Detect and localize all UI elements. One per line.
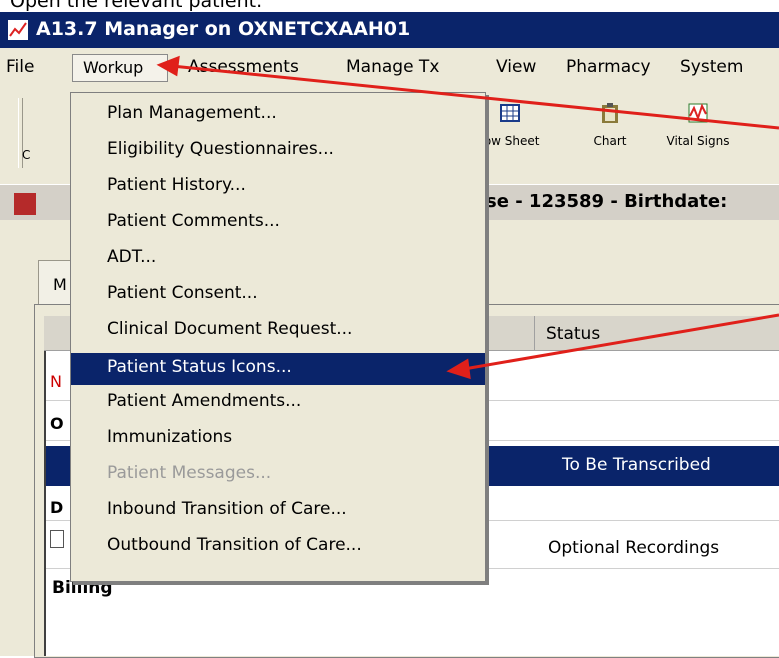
app-chart-icon	[8, 20, 28, 40]
menu-item-label: Patient History...	[107, 175, 246, 195]
menu-item-label: ADT...	[107, 247, 157, 267]
menu-item-eligibility-questionnaires[interactable]: Eligibility Questionnaires...	[71, 137, 485, 165]
document-icon	[50, 530, 64, 548]
vital-signs-label: Vital Signs	[666, 134, 730, 148]
menu-assessments[interactable]: Assessments	[188, 57, 299, 77]
menu-item-patient-consent[interactable]: Patient Consent...	[71, 281, 485, 309]
menu-file[interactable]: File	[6, 57, 34, 77]
menu-bar: File Workup Assessments Manage Tx View P…	[0, 48, 779, 89]
chart-button[interactable]: Chart	[574, 102, 646, 148]
menu-manage-tx[interactable]: Manage Tx	[346, 57, 439, 77]
menu-item-label: Patient Messages...	[107, 463, 272, 483]
menu-item-immunizations[interactable]: Immunizations	[71, 425, 485, 453]
menu-item-label: Patient Comments...	[107, 211, 280, 231]
vitals-chart-icon	[688, 103, 708, 123]
menu-item-label: Immunizations	[107, 427, 233, 447]
menu-item-label: Inbound Transition of Care...	[107, 499, 347, 519]
menu-item-label: Outbound Transition of Care...	[107, 535, 362, 555]
menu-item-label: Patient Consent...	[107, 283, 258, 303]
patient-header-text: se - 123589 - Birthdate:	[486, 191, 728, 212]
menu-item-label: Patient Status Icons...	[107, 357, 292, 377]
vital-signs-button[interactable]: Vital Signs	[662, 102, 734, 148]
menu-system[interactable]: System	[680, 57, 743, 77]
grid-header-status: Status	[546, 324, 601, 344]
patient-window-icon	[14, 193, 36, 215]
menu-view[interactable]: View	[496, 57, 536, 77]
workup-dropdown-menu: Plan Management... Eligibility Questionn…	[70, 92, 486, 582]
menu-item-label: Eligibility Questionnaires...	[107, 139, 334, 159]
menu-item-adt[interactable]: ADT...	[71, 245, 485, 273]
grid-group-letter: D	[50, 498, 64, 517]
menu-item-outbound-transition-of-care[interactable]: Outbound Transition of Care...	[71, 533, 485, 561]
window-title: A13.7 Manager on OXNETCXAAH01	[36, 18, 411, 40]
menu-item-plan-management[interactable]: Plan Management...	[71, 101, 485, 129]
row-status-optional-recordings: Optional Recordings	[548, 538, 720, 558]
menu-item-patient-history[interactable]: Patient History...	[71, 173, 485, 201]
tab-main-label: M	[53, 275, 67, 294]
menu-item-label: Clinical Document Request...	[107, 319, 353, 339]
menu-workup[interactable]: Workup	[72, 54, 168, 82]
menu-workup-label: Workup	[83, 58, 144, 77]
grid-row-letter: N	[50, 372, 62, 391]
row-status-to-be-transcribed: To Be Transcribed	[562, 455, 711, 475]
menu-item-label: Patient Amendments...	[107, 391, 302, 411]
chart-label: Chart	[593, 134, 627, 148]
toolbar-partial-label: C	[22, 148, 31, 162]
menu-item-label: Plan Management...	[107, 103, 277, 123]
menu-item-patient-status-icons[interactable]: Patient Status Icons...	[71, 353, 485, 385]
window-titlebar: A13.7 Manager on OXNETCXAAH01	[0, 12, 779, 48]
clipboard-icon	[602, 103, 618, 123]
instruction-caption: Open the relevant patient.	[10, 0, 263, 12]
menu-pharmacy[interactable]: Pharmacy	[566, 57, 651, 77]
menu-item-patient-amendments[interactable]: Patient Amendments...	[71, 389, 485, 417]
menu-item-patient-comments[interactable]: Patient Comments...	[71, 209, 485, 237]
menu-item-clinical-document-request[interactable]: Clinical Document Request...	[71, 317, 485, 345]
flow-sheet-label: low Sheet	[480, 134, 540, 148]
grid-group-letter: O	[50, 414, 64, 433]
menu-item-patient-messages: Patient Messages...	[71, 461, 485, 489]
menu-item-inbound-transition-of-care[interactable]: Inbound Transition of Care...	[71, 497, 485, 525]
grid-icon	[500, 104, 520, 122]
